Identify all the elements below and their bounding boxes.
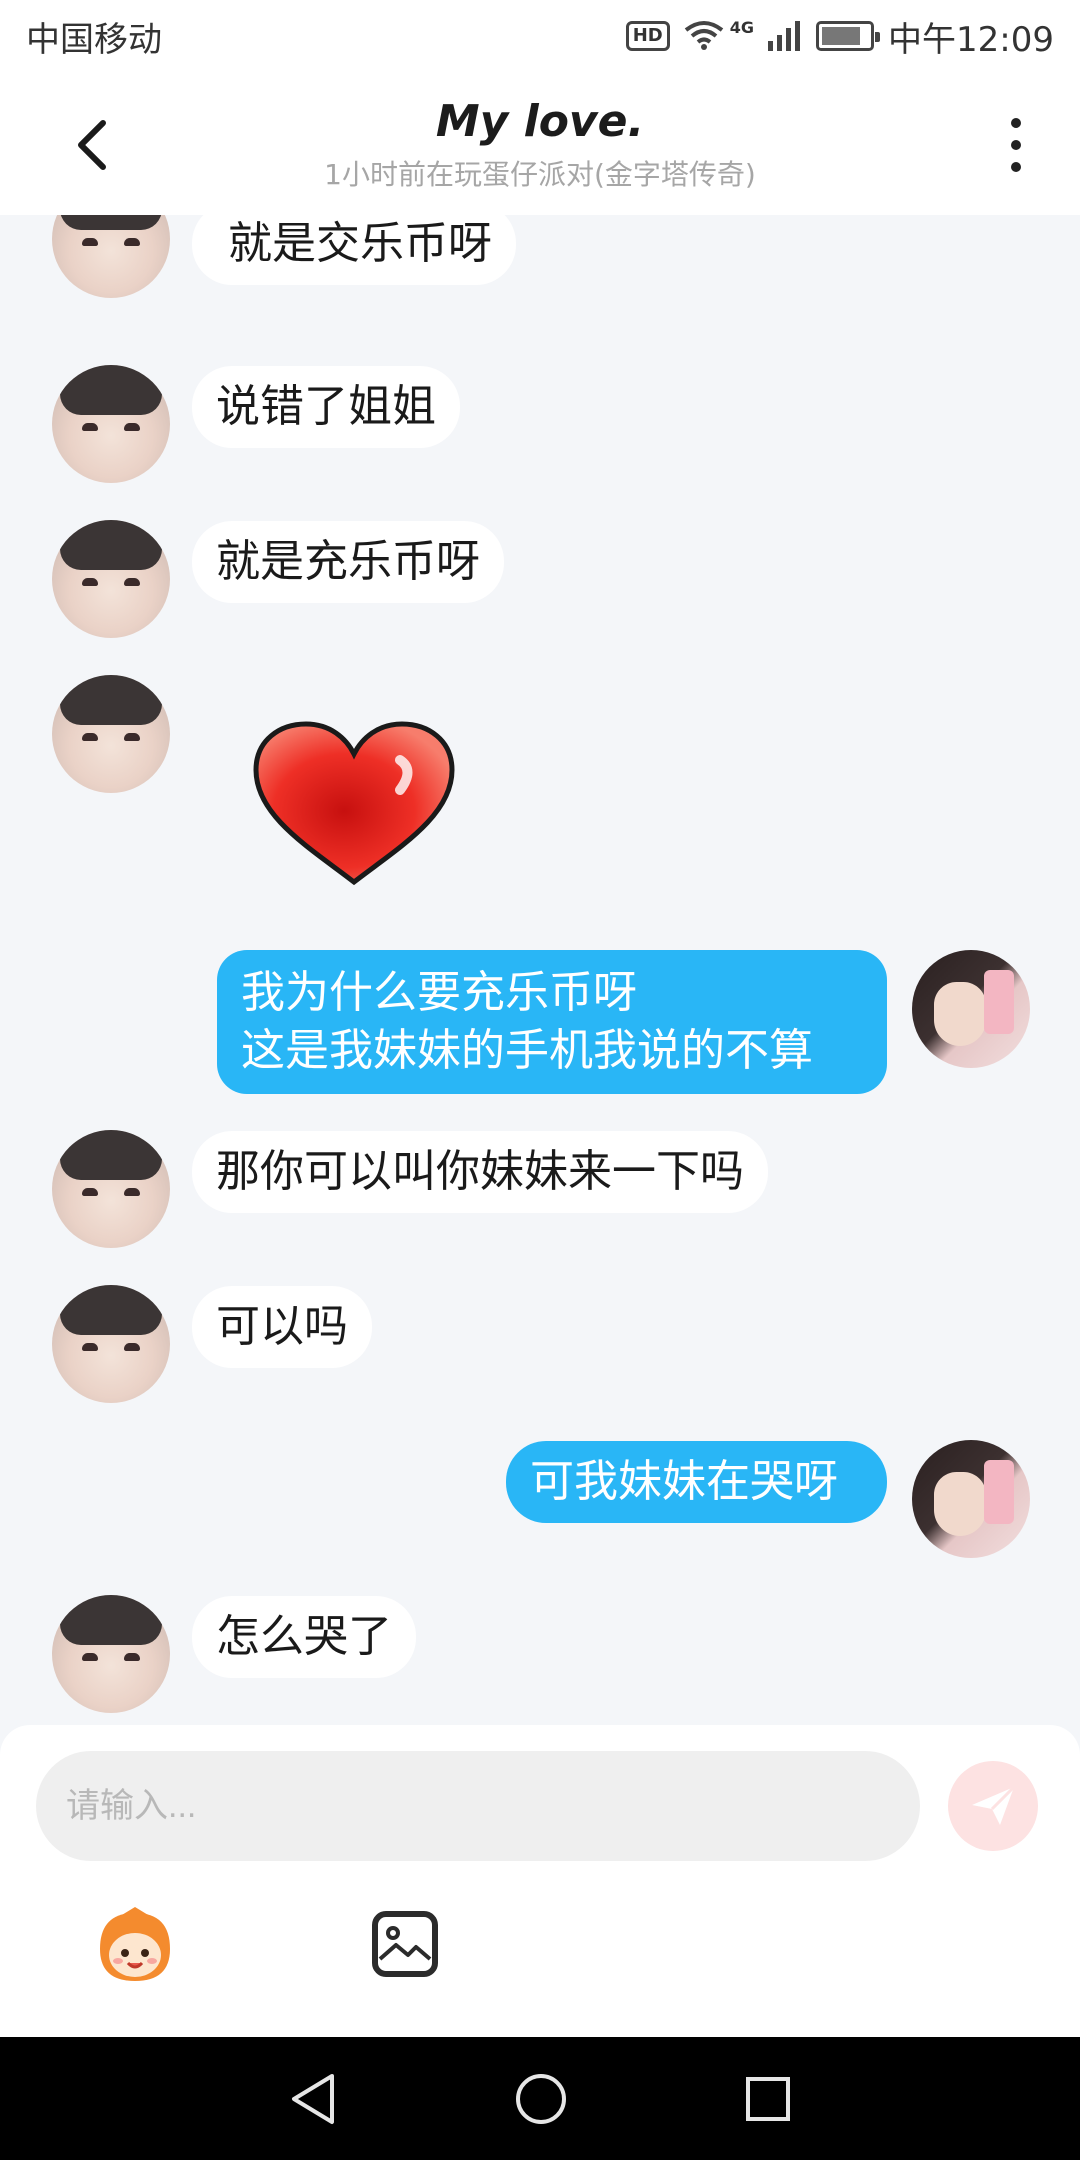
contact-avatar[interactable]	[52, 675, 170, 793]
image-icon	[378, 1926, 432, 1961]
contact-avatar[interactable]	[52, 1285, 170, 1403]
message-line: 这是我妹妹的手机我说的不算	[241, 1025, 813, 1076]
send-icon	[972, 1785, 1016, 1825]
egg-party-emoji-icon[interactable]	[92, 1905, 178, 1985]
my-avatar[interactable]	[912, 1440, 1030, 1558]
incoming-message-bubble[interactable]: 那你可以叫你妹妹来一下吗	[192, 1131, 768, 1213]
status-icons: HD 4G 中午12:09	[625, 12, 1054, 61]
battery-icon	[816, 21, 881, 51]
hd-icon: HD	[625, 21, 670, 51]
nav-back-icon[interactable]	[288, 2072, 338, 2126]
contact-name-text: My love	[435, 96, 628, 147]
incoming-message-bubble[interactable]: 就是交乐币呀	[192, 215, 516, 285]
chat-message-list[interactable]: 就是交乐币呀 说错了姐姐 就是充乐币呀 我为什么要充乐币呀 这是我妹妹的手机我说…	[0, 215, 1080, 1725]
send-button[interactable]	[948, 1761, 1038, 1851]
contact-avatar[interactable]	[52, 1130, 170, 1248]
more-options-button[interactable]	[996, 112, 1036, 178]
contact-name[interactable]: My love.	[200, 96, 880, 147]
contact-name-dot: .	[627, 96, 645, 147]
message-line: 我为什么要充乐币呀	[241, 967, 637, 1018]
title-block: My love. 1小时前在玩蛋仔派对(金字塔传奇)	[200, 96, 880, 193]
back-button[interactable]	[56, 110, 126, 180]
contact-avatar[interactable]	[52, 365, 170, 483]
message-composer	[0, 1725, 1080, 2037]
signal-icon	[768, 21, 801, 51]
incoming-message-bubble[interactable]: 说错了姐姐	[192, 366, 460, 448]
contact-avatar[interactable]	[52, 520, 170, 638]
nav-home-icon[interactable]	[514, 2072, 568, 2126]
incoming-message-bubble[interactable]: 怎么哭了	[192, 1596, 416, 1678]
carrier-label: 中国移动	[26, 19, 162, 60]
my-avatar[interactable]	[912, 950, 1030, 1068]
message-input[interactable]	[36, 1751, 920, 1861]
more-dot-icon	[1011, 162, 1021, 172]
network-type-label: 4G	[729, 17, 755, 37]
wifi-icon	[684, 21, 723, 50]
chevron-left-icon	[78, 120, 106, 170]
more-dot-icon	[1011, 140, 1021, 150]
nav-recents-icon[interactable]	[744, 2075, 792, 2123]
incoming-message-bubble[interactable]: 就是充乐币呀	[192, 521, 504, 603]
status-bar: 中国移动 HD 4G 中午12:09	[0, 0, 1080, 72]
heart-sticker-icon[interactable]	[250, 720, 458, 890]
outgoing-message-bubble[interactable]: 可我妹妹在哭呀	[506, 1441, 887, 1523]
image-picker-button[interactable]	[372, 1911, 438, 1977]
more-dot-icon	[1011, 118, 1021, 128]
system-navigation-bar	[0, 2037, 1080, 2160]
chat-header: My love. 1小时前在玩蛋仔派对(金字塔传奇)	[0, 72, 1080, 215]
outgoing-message-bubble[interactable]: 我为什么要充乐币呀 这是我妹妹的手机我说的不算	[217, 950, 887, 1094]
contact-status: 1小时前在玩蛋仔派对(金字塔传奇)	[324, 158, 756, 191]
contact-avatar[interactable]	[52, 1595, 170, 1713]
incoming-message-bubble[interactable]: 可以吗	[192, 1286, 372, 1368]
clock-label: 中午12:09	[888, 19, 1054, 60]
contact-avatar[interactable]	[52, 215, 170, 298]
